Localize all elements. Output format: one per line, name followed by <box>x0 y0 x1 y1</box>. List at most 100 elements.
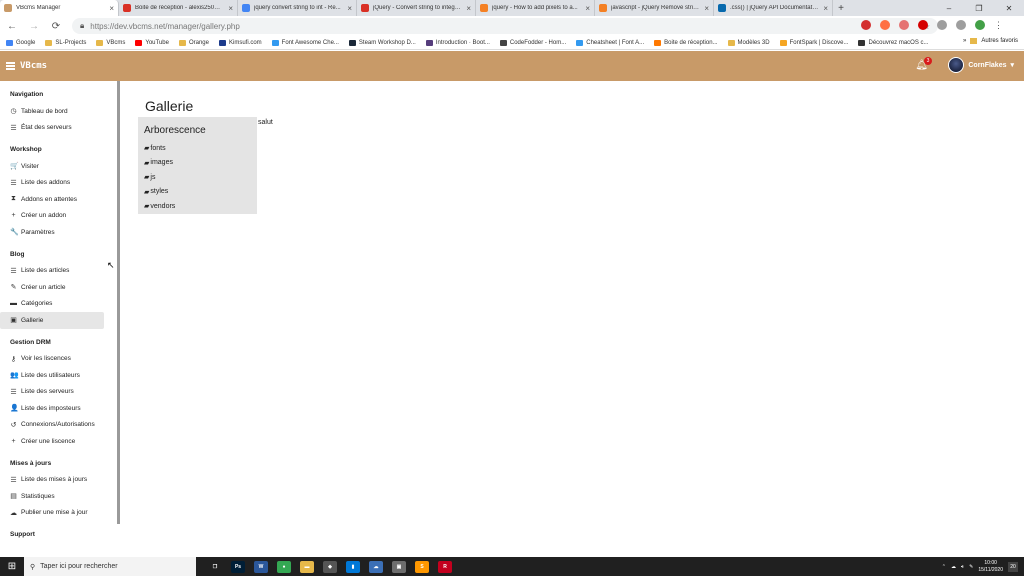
bookmark-item[interactable]: Kimsufi.com <box>218 39 262 46</box>
bookmark-item[interactable]: FontSpark | Discove... <box>779 39 848 46</box>
extension-icon[interactable] <box>937 20 947 30</box>
notification-center-icon[interactable]: 20 <box>1008 561 1018 572</box>
profile-avatar-icon[interactable] <box>975 20 985 30</box>
bookmark-item[interactable]: Introduction · Boot... <box>425 39 490 46</box>
folder-item[interactable]: ▰ vendors <box>144 199 251 214</box>
taskbar-app-cloud-icon[interactable]: ☁ <box>369 560 383 573</box>
browser-tab[interactable]: Boite de réception - alexis250@... × <box>119 0 238 16</box>
extension-icon[interactable] <box>880 20 890 30</box>
close-tab-icon[interactable]: × <box>823 4 828 13</box>
sidebar-item[interactable]: ◷ Tableau de bord <box>0 103 104 120</box>
bookmarks-bar: Google SL-Projects VBcms YouTube Orange Kimsu… <box>0 36 1024 50</box>
bookmark-item[interactable]: Font Awesome Che... <box>271 39 339 46</box>
browser-tab[interactable]: jquery - How to add pixels to a... × <box>476 0 595 16</box>
bookmark-item[interactable]: Découvrez macOS c... <box>858 39 929 46</box>
close-tab-icon[interactable]: × <box>585 4 590 13</box>
sidebar-item[interactable]: 🔧 Paramètres <box>0 224 104 241</box>
close-tab-icon[interactable]: × <box>704 4 709 13</box>
taskbar-app-photos-icon[interactable]: ▣ <box>392 560 406 573</box>
minimize-button[interactable]: ‒ <box>934 0 964 16</box>
maximize-button[interactable]: ❐ <box>964 0 994 16</box>
other-bookmarks[interactable]: » Autres favoris <box>962 38 1018 44</box>
volume-icon[interactable]: 🔉︎ <box>961 564 964 570</box>
browser-tab[interactable]: jQuery - Convert string to intege... × <box>357 0 476 16</box>
taskbar-app-rider-icon[interactable]: R <box>438 560 452 573</box>
taskbar-app-sublime-icon[interactable]: S <box>415 560 429 573</box>
menu-kebab-icon[interactable]: ⋮ <box>994 20 1004 30</box>
sidebar-item[interactable]: ☰ Liste des mises à jours <box>0 472 104 489</box>
extension-icon[interactable] <box>899 20 909 30</box>
new-tab-button[interactable]: + <box>833 0 849 16</box>
extension-icon[interactable] <box>956 20 966 30</box>
sidebar-item-label: Publier une mise à jour <box>21 509 88 517</box>
taskbar-app-notes-icon[interactable]: ▮ <box>346 560 360 573</box>
bookmark-item[interactable]: Steam Workshop D... <box>348 39 416 46</box>
windows-start-icon[interactable]: ⊞ <box>0 561 24 572</box>
user-menu[interactable]: CornFlakes ▾ <box>948 57 1014 73</box>
folder-item[interactable]: ▰ images <box>144 156 251 171</box>
bookmark-item[interactable]: Orange <box>178 39 209 46</box>
close-tab-icon[interactable]: × <box>228 4 233 13</box>
sidebar-item[interactable]: ▬ Catégories <box>0 296 104 313</box>
sidebar-item[interactable]: ☰ Liste des addons <box>0 175 104 192</box>
taskbar-search-input[interactable]: ⚲ Taper ici pour rechercher <box>24 557 196 576</box>
sidebar-item[interactable]: + Créer un addon <box>0 208 104 225</box>
bookmark-item[interactable]: Google <box>6 39 35 46</box>
sidebar-item[interactable]: ⚷ Voir les liscences <box>0 351 104 368</box>
sidebar-item[interactable]: 🛒 Visiter <box>0 158 104 175</box>
bookmark-item[interactable]: YouTube <box>135 39 169 46</box>
sidebar-item[interactable]: ⧗ Addons en attentes <box>0 191 104 208</box>
extension-icon[interactable] <box>918 20 928 30</box>
folder-item[interactable]: ▰ styles <box>144 185 251 200</box>
sidebar-item[interactable]: ▤ Statistiques <box>0 488 104 505</box>
browser-tab[interactable]: .css() | jQuery API Documentatio... × <box>714 0 833 16</box>
sidebar-item[interactable]: ▣ Gallerie <box>0 312 104 329</box>
sidebar-item[interactable]: ☰ Liste des serveurs <box>0 384 104 401</box>
reload-button[interactable]: ⟳ <box>50 21 62 32</box>
browser-tab[interactable]: jquery convert string to int - Re... × <box>238 0 357 16</box>
bookmark-item[interactable]: Modèles 3D <box>727 39 770 46</box>
sidebar-item[interactable]: ✎ Créer un article <box>0 279 104 296</box>
sidebar-item[interactable]: + Créer une liscence <box>0 433 104 450</box>
back-button[interactable]: ← <box>6 21 18 32</box>
taskbar-app-word-icon[interactable]: W <box>254 560 268 573</box>
close-window-button[interactable]: ✕ <box>994 0 1024 16</box>
taskbar-app-explorer-icon[interactable]: ▬ <box>300 560 314 573</box>
sidebar-item-label: Paramètres <box>21 228 55 236</box>
close-tab-icon[interactable]: × <box>109 4 114 13</box>
sidebar-item[interactable]: 👤 Liste des imposteurs <box>0 400 104 417</box>
sidebar-item[interactable]: ☰ État des serveurs <box>0 120 104 137</box>
taskbar-app-store-icon[interactable]: ◆ <box>323 560 337 573</box>
clock[interactable]: 10:00 15/11/2020 <box>978 560 1003 574</box>
taskbar-app-chrome-icon[interactable]: ● <box>277 560 291 573</box>
taskbar-app-task-view-icon[interactable]: ❐ <box>208 560 222 573</box>
folder-item[interactable]: ▰ js <box>144 170 251 185</box>
folder-item[interactable]: ▰ fonts <box>144 141 251 156</box>
pen-icon[interactable]: ✎ <box>969 564 973 570</box>
extension-icon[interactable] <box>861 20 871 30</box>
sidebar-item[interactable]: ☰ Liste des articles <box>0 263 104 280</box>
hamburger-menu-icon[interactable] <box>6 61 15 72</box>
taskbar-app-photoshop-icon[interactable]: Ps <box>231 560 245 573</box>
sidebar-item[interactable]: ☁ Publier une mise à jour <box>0 505 104 522</box>
chevron-down-icon: ▾ <box>1010 62 1014 69</box>
key-icon: ⚷ <box>10 355 17 363</box>
bookmark-item[interactable]: VBcms <box>96 39 125 46</box>
browser-tab[interactable]: javascript - jQuery Remove strin... × <box>595 0 714 16</box>
sidebar-item[interactable]: 👥 Liste des utilisateurs <box>0 367 104 384</box>
bookmark-icon <box>499 39 507 46</box>
browser-tab[interactable]: VBcms Manager × <box>0 0 119 16</box>
bookmarks-overflow-icon[interactable]: » <box>963 38 966 44</box>
forward-button[interactable]: → <box>28 21 40 32</box>
bookmark-item[interactable]: SL-Projects <box>45 39 86 46</box>
brand[interactable]: VBcms <box>6 61 47 72</box>
bookmark-item[interactable]: CodeFodder - Hom... <box>499 39 566 46</box>
chevron-up-icon[interactable]: ⌃ <box>942 564 946 570</box>
bookmark-item[interactable]: Boite de réception... <box>654 39 718 46</box>
close-tab-icon[interactable]: × <box>466 4 471 13</box>
url-input[interactable]: 🔒︎ https://dev.vbcms.net/manager/gallery… <box>72 18 938 34</box>
close-tab-icon[interactable]: × <box>347 4 352 13</box>
bookmark-item[interactable]: Cheatsheet | Font A... <box>576 39 644 46</box>
sidebar-item[interactable]: ↺ Connexions/Autorisations <box>0 417 104 434</box>
cloud-icon[interactable]: ☁ <box>951 564 956 570</box>
